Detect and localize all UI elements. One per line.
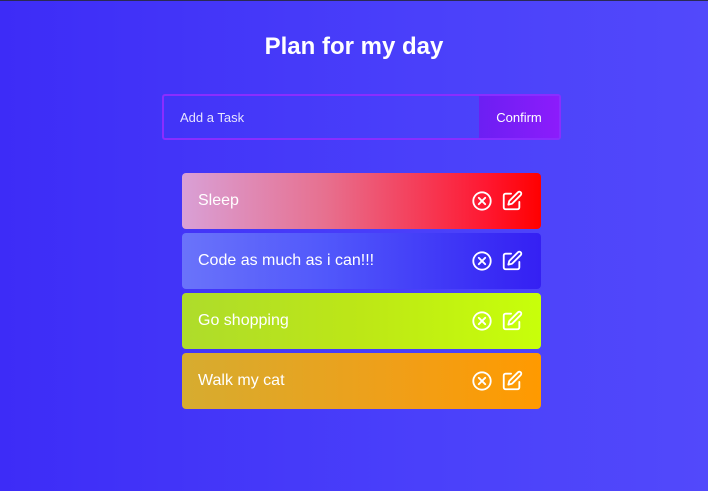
task-list: Sleep Code as much as i can!!! Go shoppi… [182, 173, 541, 413]
add-task-form: Confirm [162, 94, 561, 140]
edit-task-icon[interactable] [501, 370, 523, 392]
task-label: Go shopping [198, 312, 289, 329]
confirm-button[interactable]: Confirm [479, 96, 559, 138]
task-label: Sleep [198, 192, 239, 209]
delete-task-icon[interactable] [471, 370, 493, 392]
task-item: Go shopping [182, 293, 541, 349]
task-label: Code as much as i can!!! [198, 252, 375, 269]
task-actions [471, 190, 523, 212]
edit-task-icon[interactable] [501, 190, 523, 212]
delete-task-icon[interactable] [471, 310, 493, 332]
task-label: Walk my cat [198, 372, 285, 389]
edit-task-icon[interactable] [501, 310, 523, 332]
edit-task-icon[interactable] [501, 250, 523, 272]
task-actions [471, 370, 523, 392]
task-item: Sleep [182, 173, 541, 229]
task-actions [471, 250, 523, 272]
task-item: Walk my cat [182, 353, 541, 409]
delete-task-icon[interactable] [471, 250, 493, 272]
add-task-input[interactable] [164, 96, 479, 138]
page-title: Plan for my day [264, 33, 444, 60]
delete-task-icon[interactable] [471, 190, 493, 212]
task-actions [471, 310, 523, 332]
task-item: Code as much as i can!!! [182, 233, 541, 289]
